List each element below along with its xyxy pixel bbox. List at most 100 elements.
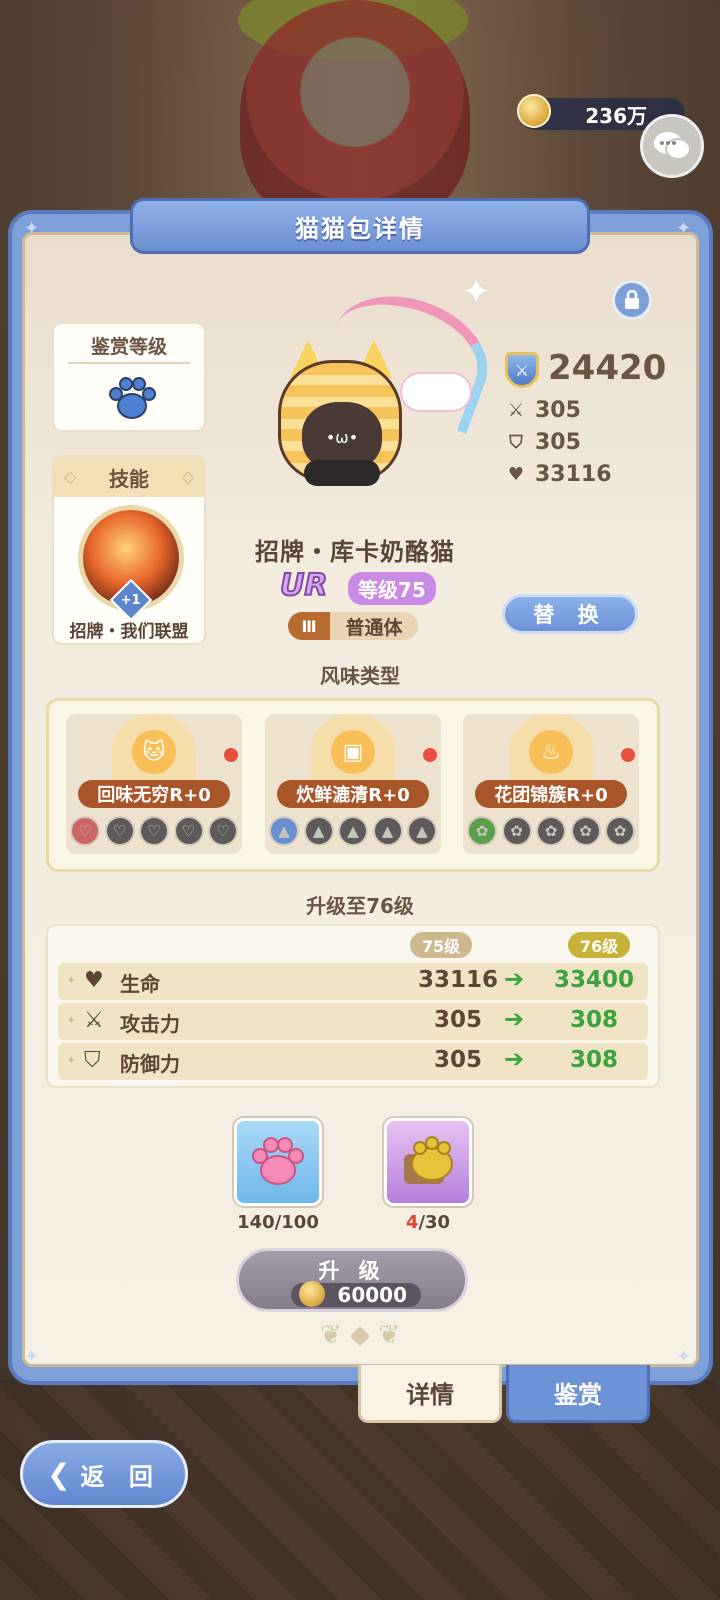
stat-attack: ⚔ 305 xyxy=(505,398,581,423)
skill-level-badge-text: +1 xyxy=(121,592,141,608)
current-value: 33116 xyxy=(417,967,499,993)
flavor-card[interactable]: ▣ 炊鲜漉清R+0 ▲ ▲ ▲ ▲ ▲ xyxy=(265,714,441,854)
flavor-card[interactable]: 🐱 回味无穷R+0 ♡ ♡ ♡ ♡ ♡ xyxy=(66,714,242,854)
arrow-right-icon: ➔ xyxy=(504,965,525,993)
corner-star-icon: ✦ xyxy=(676,1346,692,1367)
tab-detail[interactable]: 详情 xyxy=(358,1365,502,1423)
cloud-decoration xyxy=(400,372,472,412)
next-level-badge: 76级 xyxy=(568,932,630,958)
heart-icon: ♥ xyxy=(84,968,104,993)
shield-icon: ⛉ xyxy=(84,1048,101,1073)
combat-power-icon: ⚔ xyxy=(505,352,539,388)
paw-gem-icon: ✿ xyxy=(605,816,635,846)
notification-dot xyxy=(224,748,238,762)
heart-gem-icon: ♡ xyxy=(70,816,100,846)
upgrade-row-defense: ✦ ⛉ 防御力 305 ➔ 308 xyxy=(58,1043,648,1080)
skill-title: 技能 xyxy=(109,466,149,491)
heart-gem-icon: ♡ xyxy=(173,816,204,846)
back-button[interactable]: ❮ 返 回 xyxy=(20,1440,188,1508)
blue-paw-icon xyxy=(109,377,156,419)
material-have: 140 xyxy=(237,1212,275,1233)
upgrade-cost-value: 60000 xyxy=(337,1283,407,1307)
flavor-label: 回味无穷R+0 xyxy=(78,780,230,808)
flavor-gem-slots: ✿ ✿ ✿ ✿ ✿ xyxy=(467,816,635,846)
corner-star-icon: ✦ xyxy=(24,218,40,239)
paw-gem-icon: ✿ xyxy=(501,816,532,846)
grade-badge: Ⅲ xyxy=(288,612,330,640)
lock-button[interactable] xyxy=(612,280,652,320)
current-value: 305 xyxy=(433,1047,482,1073)
upgrade-row-attack: ✦ ⚔ 攻击力 305 ➔ 308 xyxy=(58,1003,648,1040)
rarity-badge: UR xyxy=(279,567,328,604)
stat-label: 防御力 xyxy=(120,1052,180,1076)
paw-jelly-graphic xyxy=(252,1137,304,1185)
stat-defense: ⛉ 305 xyxy=(505,430,581,455)
lock-icon xyxy=(625,290,639,309)
currency-value: 236万 xyxy=(585,103,647,128)
flame-icon: ♨ xyxy=(529,730,573,774)
material-need: /100 xyxy=(274,1212,319,1233)
replace-button[interactable]: 替 换 xyxy=(502,594,638,634)
paw-gem-icon: ✿ xyxy=(467,816,497,846)
material-need: /30 xyxy=(418,1212,451,1233)
flavor-label: 炊鲜漉清R+0 xyxy=(277,780,429,808)
sparkle-icon: ✦ xyxy=(462,272,491,312)
flavor-card[interactable]: ♨ 花团锦簇R+0 ✿ ✿ ✿ ✿ ✿ xyxy=(463,714,639,854)
corner-star-icon: ✦ xyxy=(676,218,692,239)
upgrade-row-health: ✦ ♥ 生命 33116 ➔ 33400 xyxy=(58,963,648,1000)
triangle-gem-icon: ▲ xyxy=(407,816,437,846)
diamond-ornament-icon: ◇ xyxy=(64,467,77,486)
notification-dot xyxy=(423,748,437,762)
next-value: 308 xyxy=(569,1047,618,1073)
material-count: 140/100 xyxy=(218,1212,338,1233)
heart-icon: ♥ xyxy=(507,464,525,485)
paw-gem-icon: ✿ xyxy=(536,816,566,846)
chat-bubbles-icon xyxy=(654,132,691,160)
current-value: 305 xyxy=(433,1007,482,1033)
skill-box[interactable]: ◇ 技能 ◇ +1 招牌・我们联盟 xyxy=(52,455,206,645)
back-button-label: 返 回 xyxy=(80,1462,161,1491)
upgrade-section-title: 升级至76级 xyxy=(306,894,414,918)
upgrade-button[interactable]: 升 级 60000 xyxy=(236,1248,468,1312)
diamond-ornament-icon: ✦ xyxy=(66,973,77,987)
arrow-right-icon: ➔ xyxy=(504,1005,525,1033)
paw-bread-graphic xyxy=(404,1136,453,1184)
character-paws xyxy=(304,460,380,486)
skill-header: ◇ 技能 ◇ xyxy=(54,457,204,497)
back-arrow-icon: ❮ xyxy=(47,1457,71,1491)
gold-coin-icon xyxy=(517,94,551,128)
pink-paw-jelly-icon[interactable] xyxy=(234,1118,322,1206)
gold-coin-icon xyxy=(299,1281,325,1307)
arrow-right-icon: ➔ xyxy=(504,1045,525,1073)
heart-gem-icon: ♡ xyxy=(139,816,169,846)
tab-appraise[interactable]: 鉴赏 xyxy=(506,1365,650,1423)
heart-gem-icon: ♡ xyxy=(208,816,238,846)
next-value: 308 xyxy=(569,1007,618,1033)
bento-icon: ▣ xyxy=(331,730,375,774)
skill-name: 招牌・我们联盟 xyxy=(69,622,189,642)
triangle-gem-icon: ▲ xyxy=(372,816,403,846)
flavor-label: 花团锦簇R+0 xyxy=(475,780,627,808)
defense-value: 305 xyxy=(535,430,581,455)
attack-value: 305 xyxy=(535,398,581,423)
panel-title: 猫猫包详情 xyxy=(130,198,590,254)
divider xyxy=(68,362,190,364)
flavor-gem-slots: ♡ ♡ ♡ ♡ ♡ xyxy=(70,816,238,846)
current-level-badge: 75级 xyxy=(410,932,472,958)
material-have: 4 xyxy=(405,1212,419,1233)
golden-paw-bread-icon[interactable] xyxy=(384,1118,472,1206)
chat-button[interactable] xyxy=(640,114,704,178)
stat-health: ♥ 33116 xyxy=(505,462,612,487)
appraisal-level-box[interactable]: 鉴赏等级 xyxy=(52,322,206,432)
panel-title-text: 猫猫包详情 xyxy=(295,214,425,243)
notification-dot xyxy=(621,748,635,762)
tab-detail-label: 详情 xyxy=(406,1381,454,1409)
appraisal-level-title: 鉴赏等级 xyxy=(90,336,167,358)
tab-appraise-label: 鉴赏 xyxy=(554,1381,602,1409)
diamond-ornament-icon: ◇ xyxy=(181,467,194,486)
upgrade-button-label: 升 级 xyxy=(318,1259,386,1283)
character-name: 招牌・库卡奶酪猫 xyxy=(255,538,455,566)
level-badge: 等级75 xyxy=(348,572,436,605)
triangle-gem-icon: ▲ xyxy=(303,816,334,846)
body-type-badge: 普通体 xyxy=(330,612,418,640)
